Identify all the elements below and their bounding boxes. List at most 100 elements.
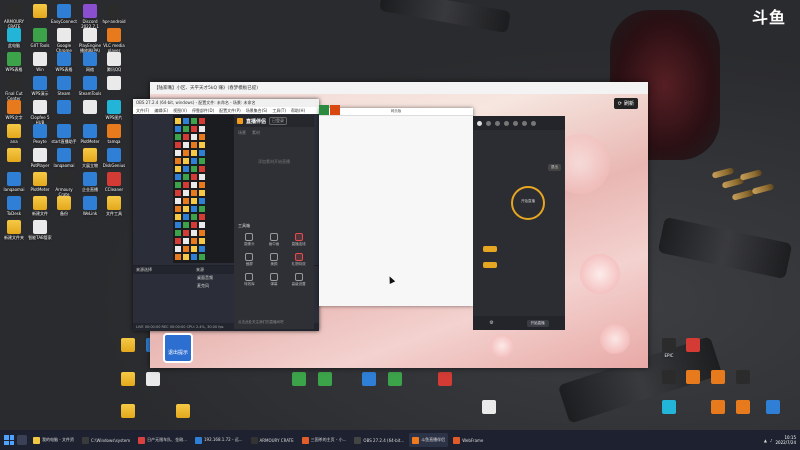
tool-icon[interactable] [495,120,500,126]
desktop-icon[interactable]: WPS图片 [101,100,127,125]
desktop-icon[interactable] [432,372,458,397]
desktop-icon[interactable] [356,372,382,397]
taskbar-item[interactable]: ARMOURY CRATE [248,433,297,447]
desktop-icon[interactable]: 文件工具 [101,196,127,221]
desktop-icon[interactable]: WeLink [77,196,103,221]
desktop-icon[interactable]: PlotMeter [27,172,53,197]
desktop-icon[interactable] [680,370,706,395]
obs-menu-item[interactable]: 场景集合(S) [246,108,268,114]
obs-titlebar[interactable]: OBS 27.2.4 (64-bit, windows) - 配置文件: 未命名… [133,99,319,107]
avatar[interactable] [477,120,482,126]
desktop-icon[interactable]: ARMOURY CRATE [1,4,27,29]
desktop-icon[interactable] [730,400,756,425]
desktop-icon[interactable]: EPIC [656,338,682,363]
desktop-icon[interactable]: PlotMeter [77,124,103,149]
desktop-icon[interactable]: WPS表格 [51,52,77,77]
taskbar-item[interactable]: OBS 27.2.4 (64-bit... [351,433,407,447]
desktop-icon[interactable]: 智能TAB管家 [27,220,53,245]
desktop-icon[interactable] [705,400,731,425]
exit-button[interactable]: 退出 [548,164,561,171]
live-option-toggle[interactable] [483,246,497,252]
desktop-icon[interactable]: tamqa [101,124,127,149]
volume-icon[interactable]: ♪ [770,438,773,443]
desktop-icon[interactable] [101,76,127,101]
obs-menu-item[interactable]: 视图(V) [173,108,187,114]
desktop-icon[interactable]: Final Cut Center [1,76,27,101]
obs-menu-item[interactable]: 停靠部件(D) [192,108,214,114]
settings-icon[interactable]: ⚙ [489,320,493,326]
desktop-icon[interactable] [382,372,408,397]
desktop-icon[interactable]: 网络 [77,52,103,77]
start-menu-icon[interactable] [4,435,14,445]
toolbox-item[interactable]: 直播连线 [287,233,310,247]
desktop-icon[interactable] [77,100,103,125]
refresh-button[interactable]: ⟳ 刷新 [613,98,638,109]
taskbar-item[interactable]: WebFrame [450,433,486,447]
taskbar-item[interactable]: 日产无限车队、金刚... [135,433,190,447]
desktop-icon[interactable] [51,100,77,125]
desktop-icon[interactable] [680,338,706,363]
desktop-icon[interactable] [656,370,682,395]
desktop-icon[interactable]: 此电脑 [1,28,27,53]
desktop-icon[interactable] [476,400,502,425]
desktop-icon[interactable]: Armoury Crate [51,172,77,197]
toolbox-item[interactable]: 高级设置 [287,273,310,287]
desktop-icon[interactable]: PotPlayer [27,148,53,173]
obs-menu-item[interactable]: 编辑(E) [154,108,168,114]
stream-assistant-window[interactable]: 直播伴侣 已登录 场景 素材 添加素材开始直播 工具箱 摄像头 画中画 直播连线 截屏… [234,115,314,329]
toolbox-item[interactable]: 特效库 [238,273,261,287]
desktop-icon[interactable]: Win [27,52,53,77]
desktop-icon[interactable]: hpr-android [101,4,127,29]
desktop-icon[interactable]: EasyConnect [51,4,77,29]
desktop-icon[interactable] [115,338,141,363]
desktop-icon[interactable]: Pexyte [27,124,53,149]
desktop-icon[interactable] [27,4,53,29]
taskbar-item[interactable]: C:\Windows\system [79,433,133,447]
desktop-icon[interactable] [705,370,731,395]
desktop-icon[interactable] [730,370,756,395]
desktop-icon[interactable] [140,372,166,397]
desktop-icon[interactable] [312,372,338,397]
toolbox-item[interactable]: 礼物特效 [287,253,310,267]
wallpaper-window-titlebar[interactable]: 【陆家嘴】小区、天平天才5kQ 赚》(春梦模板已提) [150,82,648,94]
tool-icon[interactable] [504,120,509,126]
desktop-icon[interactable]: 大展立物 [77,148,103,173]
desktop-icon[interactable] [170,404,196,429]
desktop-icon[interactable] [115,372,141,397]
desktop-icon[interactable]: Clopfee 5 HUB [27,100,53,125]
clock[interactable]: 10:15 2022/7/24 [775,435,796,445]
toolbox-item[interactable]: 截屏 [238,253,261,267]
obs-menu-item[interactable]: 工具(T) [272,108,286,114]
wifi-icon[interactable]: ▲ [764,438,767,443]
live-control-window[interactable]: 退出 开始直播 ⚙ 开始直播 [473,116,565,330]
desktop-icon[interactable]: SteamTools [77,76,103,101]
desktop-icon[interactable]: WPS演示 [27,76,53,101]
tab-material[interactable]: 素材 [252,130,260,136]
exit-tip-sticker[interactable]: 退出提示 [163,333,193,363]
desktop-icon[interactable]: Google Chrome [51,28,77,53]
obs-menu-item[interactable]: 帮助(H) [291,108,305,114]
toolbox-item[interactable]: 画中画 [263,233,286,247]
assistant-login-tag[interactable]: 已登录 [269,117,288,125]
desktop-icon[interactable] [115,404,141,429]
desktop-icon[interactable]: 腾讯QQ [101,52,127,77]
obs-menu-item[interactable]: 配置文件(P) [219,108,241,114]
live-option-toggle[interactable] [483,262,497,268]
obs-menu-item[interactable]: 文件(F) [136,108,149,114]
desktop-icon[interactable]: PlayEngine 播放器(PA) [77,28,103,53]
assistant-footer[interactable]: 点击此处关注我们的直播间吧 [238,320,284,325]
desktop-icon[interactable]: Steam [51,76,77,101]
desktop-icon[interactable]: start直播助手 [51,124,77,149]
search-icon[interactable] [17,435,27,445]
webframe-titlebar[interactable]: 网页版 [319,108,473,116]
desktop-icon[interactable]: ana [1,124,27,149]
tool-icon[interactable] [486,120,491,126]
minimize-icon[interactable] [522,120,527,126]
desktop-icon[interactable]: 备份 [51,196,77,221]
taskbar-item[interactable]: 斗鱼直播伴侣 [409,433,449,447]
desktop-icon[interactable]: 新建文件 [27,196,53,221]
desktop-icon[interactable]: VLC media player [101,28,127,53]
desktop-icon[interactable] [760,400,786,425]
taskbar-item[interactable]: 我的电脑 - 文件资 [30,433,77,447]
desktop-icon[interactable]: DiskGenius [101,148,127,173]
